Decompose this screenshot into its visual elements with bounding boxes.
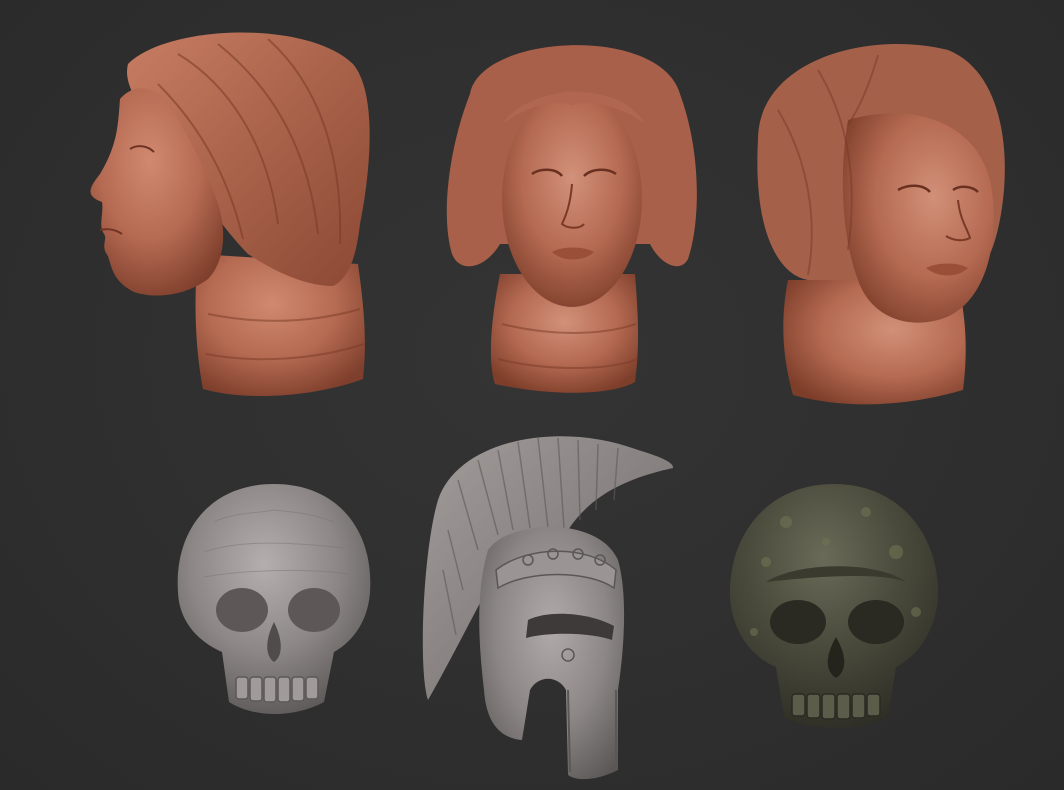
female-head-three-quarter-render <box>757 44 1005 405</box>
female-head-side-model[interactable] <box>78 24 374 402</box>
stone-skull-model[interactable] <box>726 482 942 732</box>
female-head-front-model[interactable] <box>440 24 702 396</box>
corinthian-helmet-model[interactable] <box>418 420 678 786</box>
female-head-three-quarter-model[interactable] <box>748 30 1012 408</box>
female-head-side-render <box>90 32 370 397</box>
female-head-front-render <box>446 45 697 393</box>
grey-skull-model[interactable] <box>174 482 374 718</box>
sculpt-viewport[interactable] <box>0 0 1064 790</box>
stone-skull-render <box>729 484 939 729</box>
corinthian-helmet-render <box>422 436 674 780</box>
grey-skull-render <box>177 484 371 714</box>
